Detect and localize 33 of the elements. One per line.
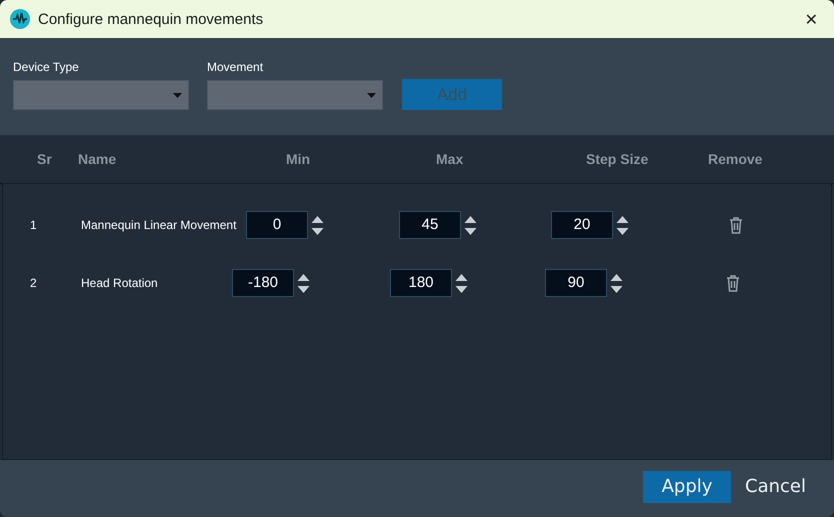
close-button[interactable]: ✕ <box>798 10 824 28</box>
number-field[interactable]: 45 <box>399 211 461 239</box>
trash-icon[interactable] <box>726 274 740 292</box>
spinner-arrows-icon[interactable] <box>610 272 623 294</box>
window-title: Configure mannequin movements <box>38 10 264 28</box>
column-header: Remove <box>708 151 764 167</box>
cancel-button[interactable]: Cancel <box>745 470 806 502</box>
trash-icon[interactable] <box>729 216 743 234</box>
number-field[interactable]: 0 <box>246 211 308 239</box>
number-field[interactable]: 180 <box>390 269 452 297</box>
field-label: Movement <box>207 60 264 74</box>
spinner-arrows-icon[interactable] <box>464 214 477 236</box>
column-header: Min <box>285 151 312 167</box>
app-logo-icon <box>10 9 30 29</box>
number-field[interactable]: 20 <box>551 211 613 239</box>
spinner-arrows-icon[interactable] <box>616 214 629 236</box>
number-field[interactable]: 90 <box>545 269 607 297</box>
number-field[interactable]: -180 <box>232 269 294 297</box>
row-number: 1 <box>29 218 38 232</box>
spinner-arrows-icon[interactable] <box>297 272 310 294</box>
movement-name: Head Rotation <box>81 276 159 290</box>
dropdown-arrow-icon <box>173 92 182 98</box>
apply-button[interactable]: Apply <box>643 470 732 502</box>
column-header: Max <box>435 151 464 167</box>
row-number: 2 <box>29 276 38 290</box>
spinner-arrows-icon[interactable] <box>311 214 324 236</box>
column-header: Sr <box>36 151 53 167</box>
column-header: Name <box>78 151 118 167</box>
column-header: Step Size <box>585 151 650 167</box>
movement-name: Mannequin Linear Movement <box>81 218 238 232</box>
field-label: Device Type <box>13 60 80 74</box>
spinner-arrows-icon[interactable] <box>455 272 468 294</box>
dropdown-arrow-icon <box>367 92 376 98</box>
